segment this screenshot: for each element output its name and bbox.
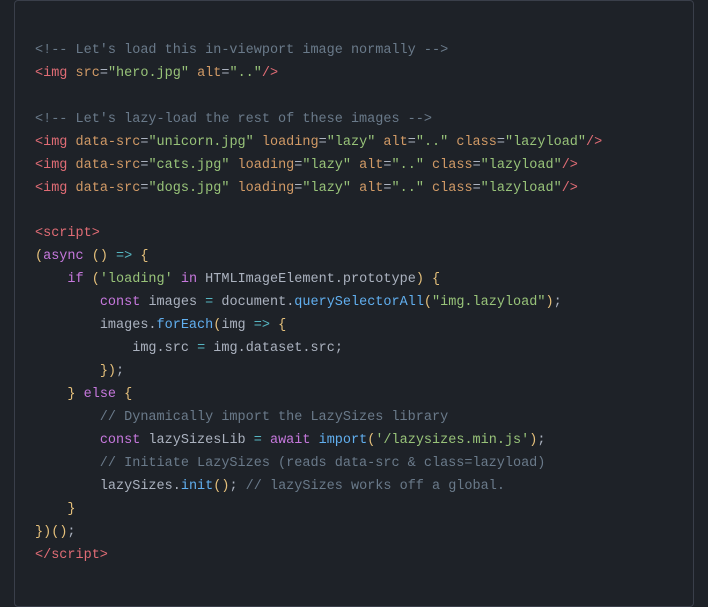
comment-2: <!-- Let's lazy-load the rest of these i…: [35, 112, 432, 127]
close-foreach-inner: });: [35, 364, 124, 379]
close-foreach-outer: } else {: [35, 387, 132, 402]
code-content: <!-- Let's load this in-viewport image n…: [35, 17, 673, 590]
script-close: </script>: [35, 548, 108, 563]
script-open: <script>: [35, 226, 100, 241]
comment-dynamically: // Dynamically import the LazySizes libr…: [35, 410, 448, 425]
comment-initiate: // Initiate LazySizes (reads data-src & …: [35, 456, 545, 471]
images-foreach-line: images.forEach(img => {: [35, 318, 286, 333]
const-lazysizes-line: const lazySizesLib = await import('/lazy…: [35, 433, 545, 448]
img-dogs-line: <img data-src="dogs.jpg" loading="lazy" …: [35, 181, 578, 196]
if-loading-line: if ('loading' in HTMLImageElement.protot…: [35, 272, 440, 287]
img-cats-line: <img data-src="cats.jpg" loading="lazy" …: [35, 158, 578, 173]
img-hero-line: <img src="hero.jpg" alt=".."/>: [35, 66, 278, 81]
const-images-line: const images = document.querySelectorAll…: [35, 295, 562, 310]
code-editor: <!-- Let's load this in-viewport image n…: [14, 0, 694, 607]
comment-1: <!-- Let's load this in-viewport image n…: [35, 43, 448, 58]
img-src-line: img.src = img.dataset.src;: [35, 341, 343, 356]
lazysizes-init-line: lazySizes.init(); // lazySizes works off…: [35, 479, 505, 494]
async-arrow-line: (async () => {: [35, 249, 148, 264]
iife-close: })();: [35, 525, 76, 540]
img-unicorn-line: <img data-src="unicorn.jpg" loading="laz…: [35, 135, 602, 150]
close-else: }: [35, 502, 76, 517]
